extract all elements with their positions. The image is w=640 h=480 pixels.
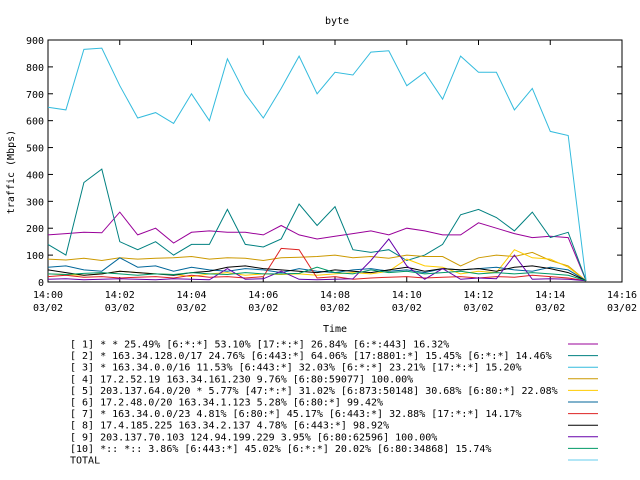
y-tick-label: 200	[26, 224, 44, 235]
traffic-chart: byte traffic (Mbps) Time 0 100 200 300 400 50…	[6, 16, 637, 467]
x-tick-date-label: 03/02	[176, 303, 206, 314]
y-tick-label: 400	[26, 170, 44, 181]
x-tick-date-label: 03/02	[105, 303, 135, 314]
y-tick-label: 0	[38, 278, 44, 289]
x-tick-date-label: 03/02	[535, 303, 565, 314]
legend-label: [ 7] * 163.34.0.0/23 4.81% [6:80:*] 45.1…	[70, 409, 522, 420]
y-tick-label: 300	[26, 197, 44, 208]
x-tick-time-label: 14:10	[392, 290, 422, 301]
y-tick-label: 500	[26, 144, 44, 155]
series-line-5	[47, 249, 587, 282]
y-ticks: 0 100 200 300 400 500 600 700 800 900	[26, 36, 622, 289]
legend-label: [ 6] 17.2.48.0/20 163.34.1.123 5.28% [6:…	[70, 398, 383, 409]
y-tick-label: 900	[26, 36, 44, 47]
x-tick-time-label: 14:02	[105, 290, 135, 301]
x-tick-date-label: 03/02	[607, 303, 637, 314]
legend-label: [ 8] 17.4.185.225 163.34.2.137 4.78% [6:…	[70, 421, 389, 432]
legend-label: [ 3] * 163.34.0.0/16 11.53% [6:443:*] 32…	[70, 363, 522, 374]
x-tick-date-label: 03/02	[320, 303, 350, 314]
legend-label: [ 9] 203.137.70.103 124.94.199.229 3.95%…	[70, 432, 437, 443]
y-tick-label: 800	[26, 63, 44, 74]
series-lines	[47, 47, 587, 282]
y-axis-label: traffic (Mbps)	[6, 130, 17, 214]
legend-label: TOTAL	[70, 456, 100, 467]
series-line-7	[47, 247, 587, 282]
x-tick-time-label: 14:16	[607, 290, 637, 301]
legend-label: [ 4] 17.2.52.19 163.34.161.230 9.76% [6:…	[70, 374, 413, 385]
legend-label: [ 1] * * 25.49% [6:*:*] 53.10% [17:*:*] …	[70, 340, 449, 351]
x-tick-date-label: 03/02	[248, 303, 278, 314]
x-axis-label: Time	[323, 324, 347, 335]
x-tick-time-label: 14:04	[176, 290, 206, 301]
y-tick-label: 700	[26, 90, 44, 101]
legend-label: [ 5] 203.137.64.0/20 * 5.77% [47:*:*] 31…	[70, 386, 558, 397]
x-tick-time-label: 14:14	[535, 290, 565, 301]
x-tick-time-label: 14:12	[463, 290, 493, 301]
chart-title: byte	[325, 16, 349, 27]
x-tick-date-label: 03/02	[392, 303, 422, 314]
plot-frame	[47, 39, 623, 283]
plot-border	[47, 39, 623, 283]
x-tick-time-label: 14:00	[33, 290, 63, 301]
x-tick-date-label: 03/02	[33, 303, 63, 314]
y-tick-label: 600	[26, 117, 44, 128]
series-line-1	[47, 211, 587, 281]
y-tick-label: 100	[26, 251, 44, 262]
legend-label: [ 2] * 163.34.128.0/17 24.76% [6:443:*] …	[70, 351, 552, 362]
legend-label: [10] *:: *:: 3.86% [6:443:*] 45.02% [6:*…	[70, 444, 491, 455]
x-tick-time-label: 14:08	[320, 290, 350, 301]
series-line-2	[47, 168, 587, 281]
x-tick-date-label: 03/02	[463, 303, 493, 314]
x-tick-time-label: 14:06	[248, 290, 278, 301]
legend: [ 1] * * 25.49% [6:*:*] 53.10% [17:*:*] …	[70, 340, 598, 467]
